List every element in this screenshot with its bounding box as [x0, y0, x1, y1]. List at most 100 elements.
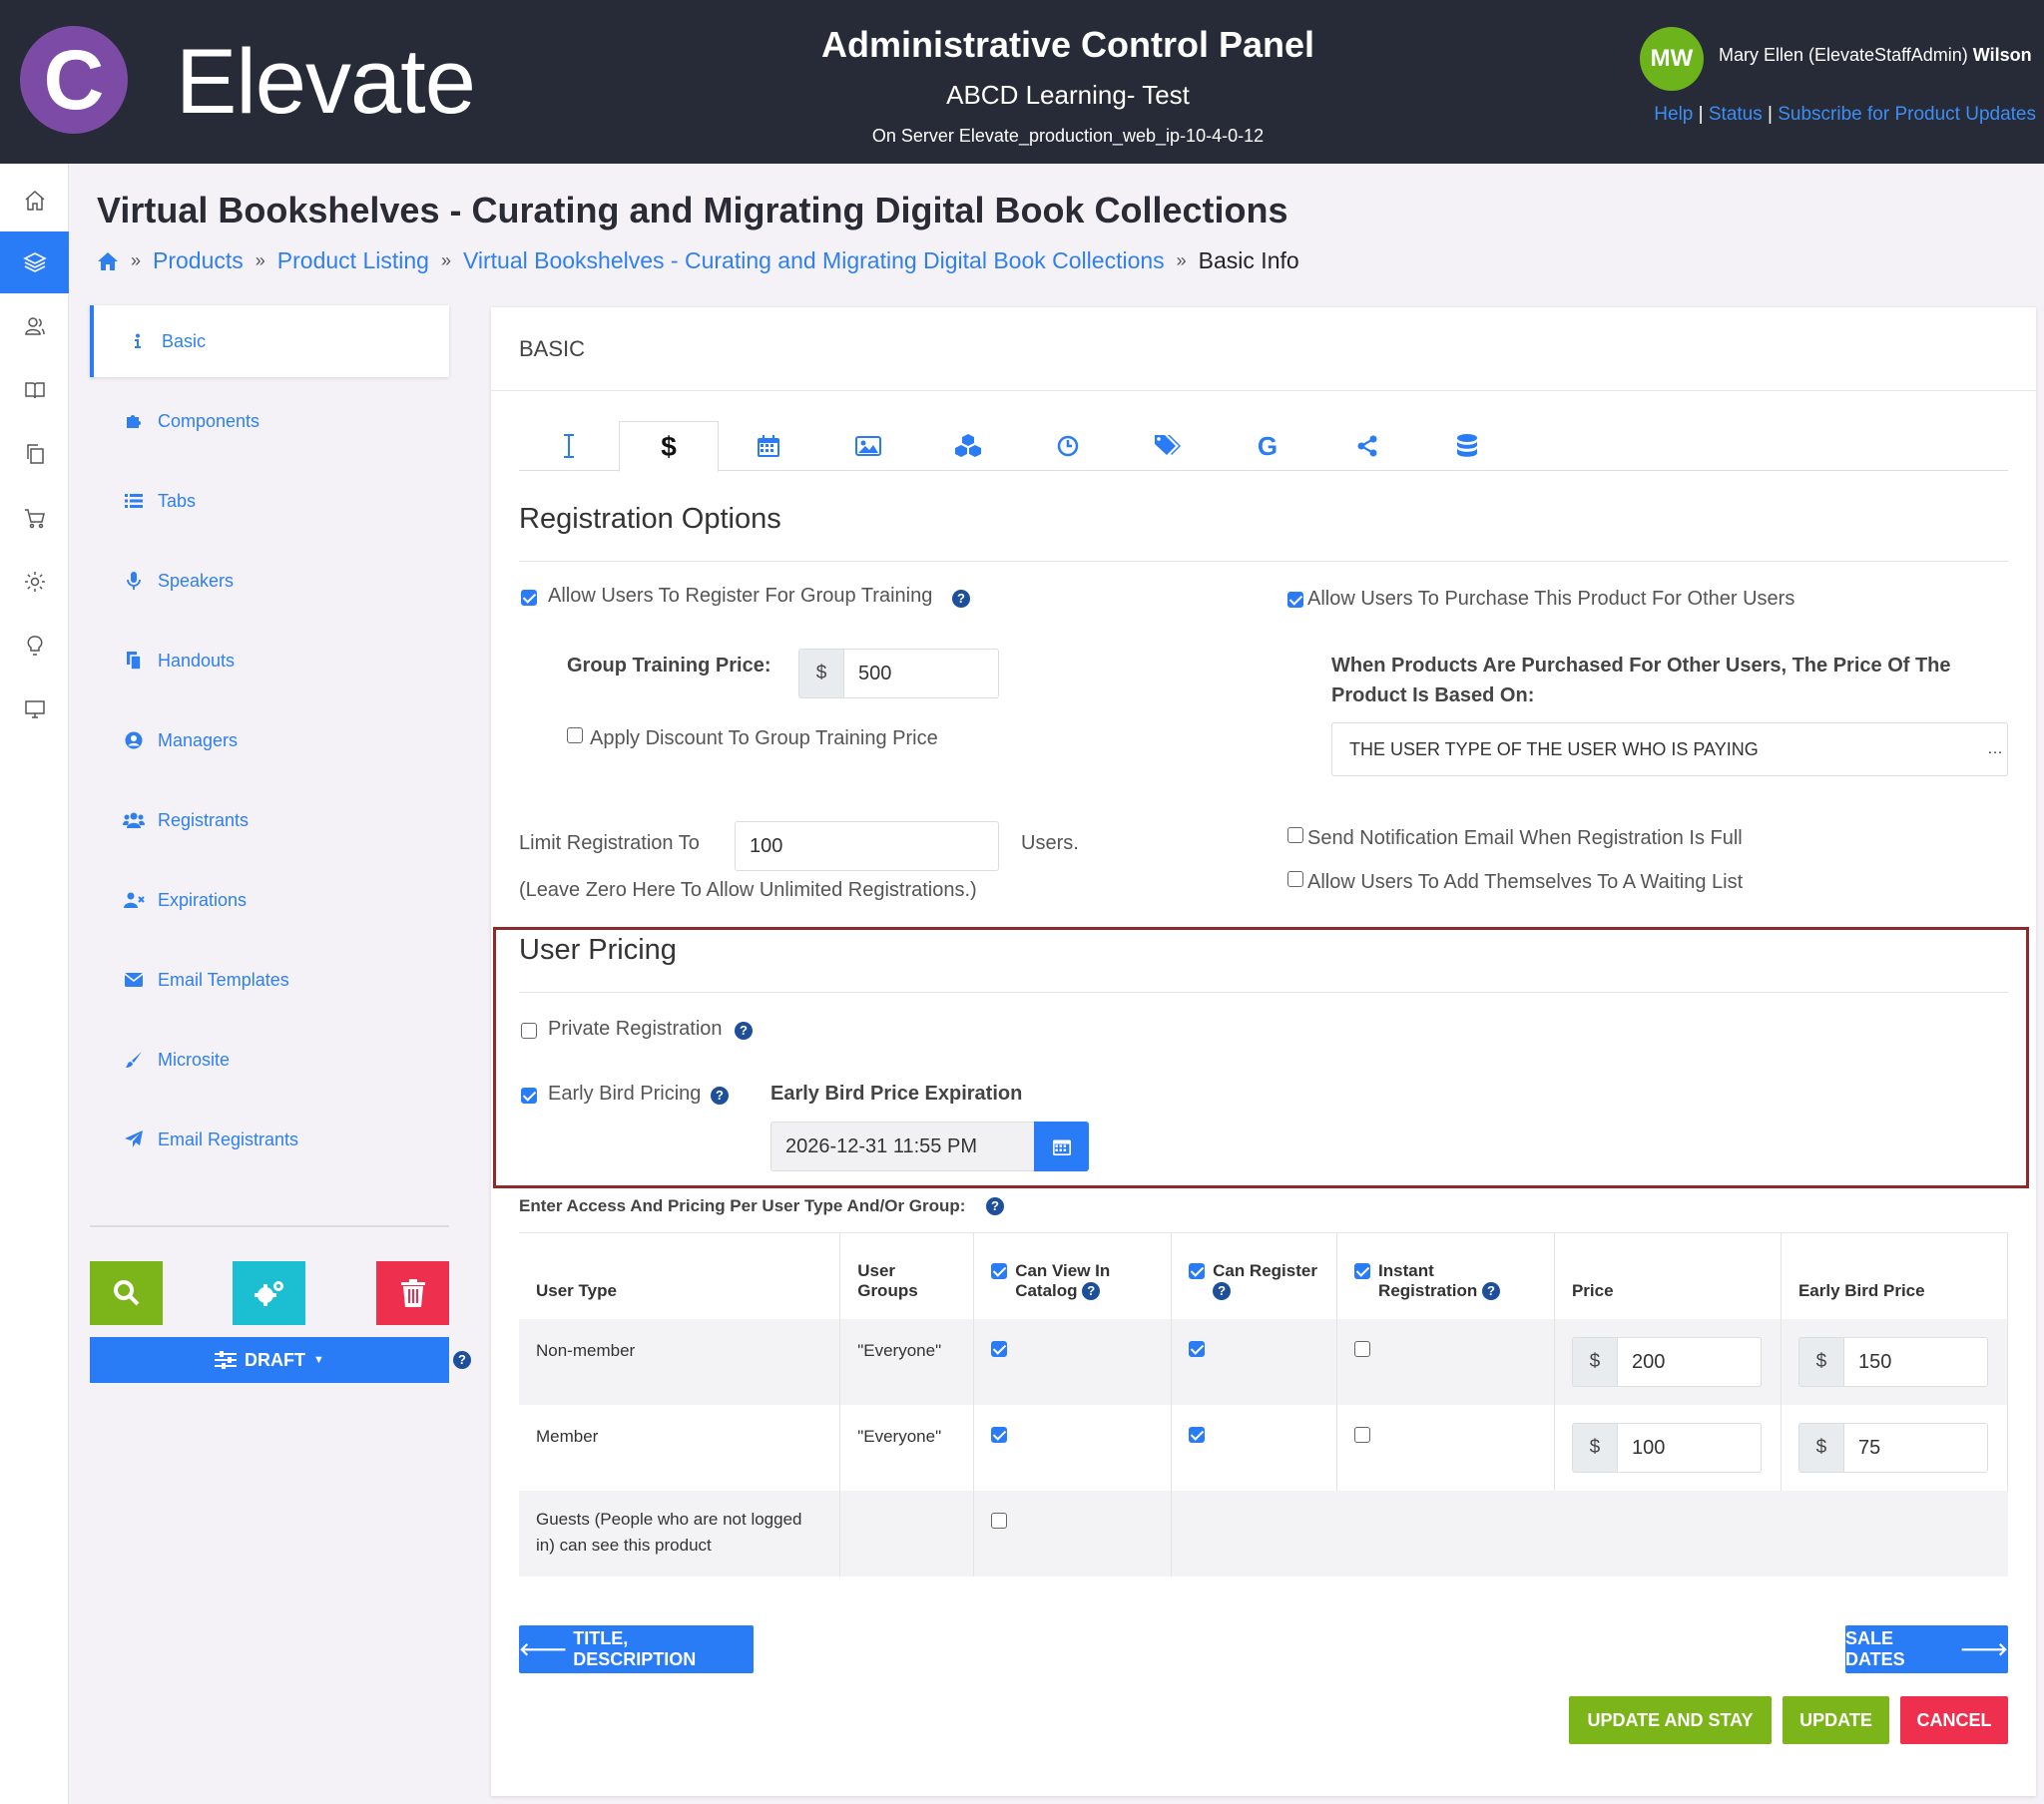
limit-registration-input[interactable]: 100	[735, 821, 999, 871]
settings-button[interactable]	[233, 1261, 305, 1325]
avatar[interactable]: MW	[1640, 27, 1704, 91]
registration-options-title: Registration Options	[519, 503, 781, 535]
nav-tabs[interactable]: Tabs	[90, 465, 449, 537]
tab-tags[interactable]	[1118, 421, 1218, 471]
tab-title[interactable]	[519, 421, 619, 471]
tab-categories[interactable]	[918, 421, 1018, 471]
col-instant-registration: Instant Registration ?	[1336, 1232, 1555, 1319]
nav-expirations[interactable]: Expirations	[90, 864, 449, 936]
update-button[interactable]: UPDATE	[1783, 1696, 1889, 1744]
notify-full-checkbox[interactable]	[1287, 827, 1303, 843]
page-title: Virtual Bookshelves - Curating and Migra…	[97, 190, 1288, 230]
card-heading: BASIC	[491, 307, 2036, 391]
guest-label: Guests (People who are not logged in) ca…	[519, 1490, 841, 1577]
breadcrumb-products[interactable]: Products	[153, 247, 244, 274]
rail-ideas[interactable]	[0, 615, 69, 676]
tab-pricing[interactable]: $	[619, 421, 719, 472]
instant-registration-checkbox[interactable]	[1354, 1426, 1371, 1443]
can-view-checkbox[interactable]	[991, 1426, 1008, 1443]
guest-can-view-checkbox[interactable]	[991, 1512, 1008, 1529]
user-pricing-highlight	[493, 927, 2029, 1188]
layers-icon	[22, 252, 47, 272]
question-icon[interactable]: ?	[1082, 1282, 1101, 1301]
nav-microsite[interactable]: Microsite	[90, 1024, 449, 1096]
can-register-all-checkbox[interactable]	[1189, 1262, 1206, 1279]
currency-addon: $	[1797, 1336, 1844, 1387]
rail-users[interactable]	[0, 295, 69, 357]
home-icon[interactable]	[97, 251, 119, 271]
rail-documents[interactable]	[0, 423, 69, 485]
group-price-input[interactable]: 500	[843, 649, 999, 698]
nav-managers[interactable]: Managers	[90, 704, 449, 776]
user-name[interactable]: Mary Ellen (ElevateStaffAdmin) Wilson	[1719, 45, 2032, 66]
price-based-on-select[interactable]: The User Type Of The User Who Is Paying …	[1331, 722, 2008, 776]
rail-cart[interactable]	[0, 487, 69, 549]
tab-google[interactable]: G	[1218, 421, 1317, 471]
nav-email-templates[interactable]: Email Templates	[90, 944, 449, 1016]
rail-products[interactable]	[0, 231, 69, 293]
table-row: Non-member "Everyone" $200 $150	[519, 1318, 2009, 1405]
waiting-list-checkbox[interactable]	[1287, 871, 1303, 887]
group-training-checkbox[interactable]	[521, 590, 537, 606]
rail-settings[interactable]	[0, 551, 69, 613]
logo-text[interactable]: Elevate	[176, 28, 476, 136]
prev-title-description-button[interactable]: 🡐 TITLE, DESCRIPTION	[519, 1625, 754, 1673]
tags-icon	[1155, 435, 1181, 455]
can-register-checkbox[interactable]	[1189, 1340, 1206, 1357]
apply-discount-checkbox[interactable]	[567, 727, 583, 743]
paper-plane-icon	[125, 1130, 143, 1147]
tab-dates[interactable]	[719, 421, 818, 471]
cancel-button[interactable]: CANCEL	[1900, 1696, 2008, 1744]
nav-handouts[interactable]: Handouts	[90, 625, 449, 696]
purchase-for-others-checkbox[interactable]	[1287, 592, 1303, 608]
price-input[interactable]: 100	[1616, 1422, 1762, 1473]
limit-registration-label: Limit Registration To	[519, 832, 700, 854]
delete-button[interactable]	[376, 1261, 449, 1325]
question-icon[interactable]: ?	[1481, 1282, 1500, 1301]
early-bird-price-input[interactable]: 75	[1842, 1422, 1988, 1473]
pricing-table: User Type User Groups Can View In Catalo…	[519, 1232, 2009, 1577]
question-icon[interactable]: ?	[952, 590, 970, 608]
tab-image[interactable]	[818, 421, 918, 471]
rail-catalog[interactable]	[0, 359, 69, 421]
rail-display[interactable]	[0, 678, 69, 740]
cubes-icon	[955, 434, 981, 457]
status-link[interactable]: Status	[1709, 104, 1763, 125]
breadcrumb-product-listing[interactable]: Product Listing	[277, 247, 429, 274]
instant-registration-all-checkbox[interactable]	[1354, 1262, 1371, 1279]
nav-speakers[interactable]: Speakers	[90, 545, 449, 617]
breadcrumb-product[interactable]: Virtual Bookshelves - Curating and Migra…	[463, 247, 1165, 274]
info-icon	[135, 333, 141, 348]
next-sale-dates-button[interactable]: SALE DATES 🡒	[1845, 1625, 2008, 1673]
instant-registration-checkbox[interactable]	[1354, 1340, 1371, 1357]
question-icon[interactable]: ?	[1213, 1282, 1232, 1301]
col-price: Price	[1554, 1232, 1782, 1319]
nav-email-registrants[interactable]: Email Registrants	[90, 1104, 449, 1175]
question-icon[interactable]: ?	[986, 1197, 1004, 1215]
nav-registrants[interactable]: Registrants	[90, 784, 449, 856]
tab-share[interactable]	[1317, 421, 1417, 471]
elevate-logo-icon[interactable]: C	[20, 26, 128, 134]
draft-status-dropdown[interactable]: DRAFT ▼	[90, 1337, 449, 1383]
tab-data[interactable]	[1417, 421, 1517, 471]
can-view-all-checkbox[interactable]	[991, 1262, 1008, 1279]
early-bird-price-input[interactable]: 150	[1842, 1336, 1988, 1387]
can-register-checkbox[interactable]	[1189, 1426, 1206, 1443]
rail-home[interactable]	[0, 170, 69, 231]
subscribe-link[interactable]: Subscribe for Product Updates	[1778, 104, 2036, 125]
nav-divider	[90, 1225, 449, 1227]
price-input[interactable]: 200	[1616, 1336, 1762, 1387]
home-icon	[25, 190, 44, 211]
update-and-stay-button[interactable]: UPDATE AND STAY	[1569, 1696, 1772, 1744]
user-type-cell: Member	[519, 1404, 841, 1491]
nav-components[interactable]: Components	[90, 385, 449, 457]
caret-down-icon: ▼	[313, 1354, 324, 1366]
user-groups-cell: "Everyone"	[839, 1318, 975, 1405]
help-link[interactable]: Help	[1654, 104, 1693, 125]
search-button[interactable]	[90, 1261, 163, 1325]
table-row: Member "Everyone" $100 $75	[519, 1404, 2009, 1491]
question-icon[interactable]: ?	[453, 1351, 471, 1369]
tab-time[interactable]	[1018, 421, 1118, 471]
can-view-checkbox[interactable]	[991, 1340, 1008, 1357]
nav-basic[interactable]: Basic	[90, 305, 449, 377]
